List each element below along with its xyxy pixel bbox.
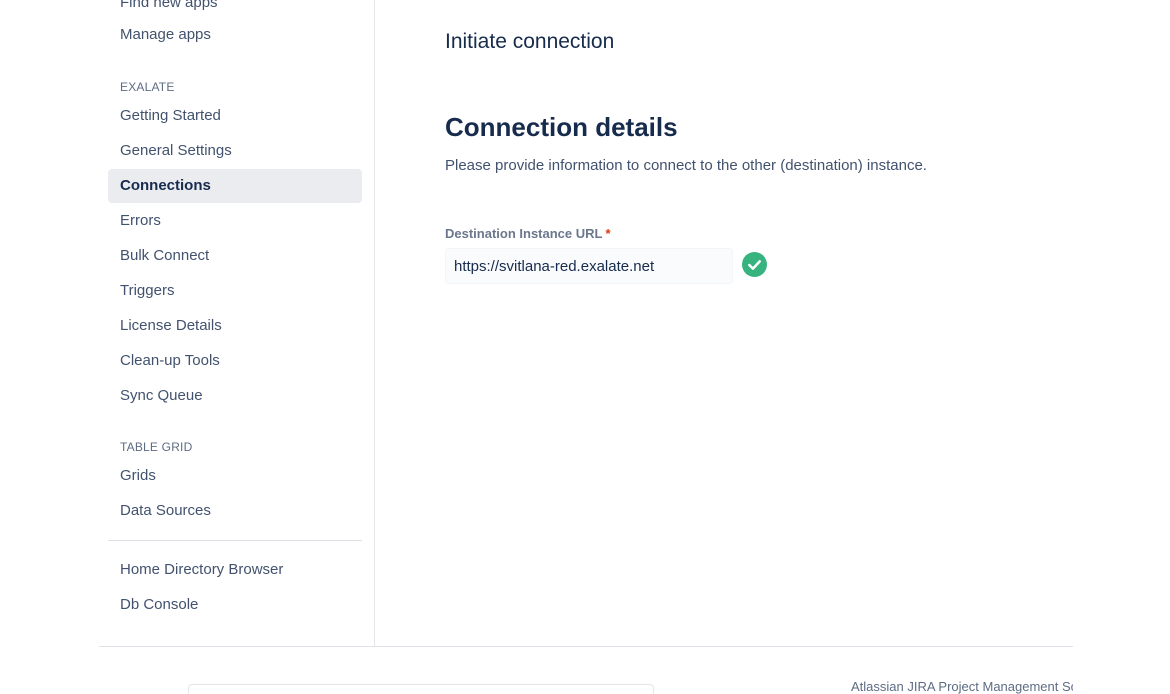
sidebar-item-triggers[interactable]: Triggers [108, 274, 362, 308]
sidebar-item-getting-started[interactable]: Getting Started [108, 99, 362, 133]
required-mark: * [605, 226, 611, 241]
sidebar-item-bulk-connect[interactable]: Bulk Connect [108, 239, 362, 273]
destination-url-label: Destination Instance URL * [445, 226, 611, 241]
page-title: Initiate connection [445, 30, 615, 53]
sidebar-item-grids[interactable]: Grids [108, 459, 362, 493]
sidebar-item-manage-apps[interactable]: Manage apps [108, 18, 362, 52]
sidebar-item-sync-queue[interactable]: Sync Queue [108, 379, 362, 413]
sidebar-item-errors[interactable]: Errors [108, 204, 362, 238]
sidebar-item-general-settings[interactable]: General Settings [108, 134, 362, 168]
footer-box [188, 684, 654, 694]
sidebar-item-data-sources[interactable]: Data Sources [108, 494, 362, 528]
sidebar-divider [108, 540, 362, 541]
destination-url-input[interactable] [445, 248, 733, 284]
section-heading: Connection details [445, 112, 678, 142]
sidebar-item-home-directory-browser[interactable]: Home Directory Browser [108, 553, 362, 587]
sidebar-item-connections[interactable]: Connections [108, 169, 362, 203]
footer-text: Atlassian JIRA Project Management Softwa… [851, 679, 1073, 694]
admin-sidebar: Find new apps Manage apps EXALATE Gettin… [0, 0, 375, 646]
section-description: Please provide information to connect to… [445, 157, 927, 174]
footer-divider [99, 646, 1073, 647]
sidebar-item-clean-up-tools[interactable]: Clean-up Tools [108, 344, 362, 378]
sidebar-section-exalate: EXALATE [120, 80, 175, 94]
destination-url-label-text: Destination Instance URL [445, 226, 603, 241]
page: Find new apps Manage apps EXALATE Gettin… [0, 0, 1170, 694]
sidebar-item-license-details[interactable]: License Details [108, 309, 362, 343]
sidebar-section-table-grid: TABLE GRID [120, 440, 193, 454]
check-circle-icon [742, 252, 767, 277]
sidebar-item-db-console[interactable]: Db Console [108, 588, 362, 622]
sidebar-item-find-new-apps[interactable]: Find new apps [108, 0, 362, 20]
